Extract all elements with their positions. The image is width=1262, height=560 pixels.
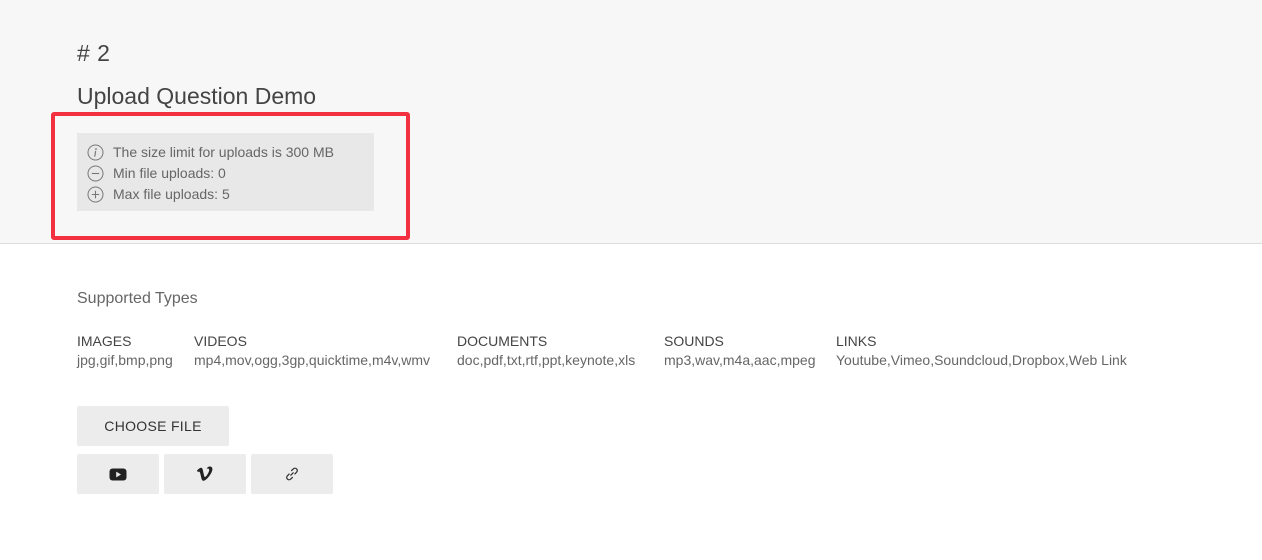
type-extensions: Youtube,Vimeo,Soundcloud,Dropbox,Web Lin… (836, 352, 1127, 368)
youtube-link-button[interactable] (77, 454, 159, 494)
type-extensions: jpg,gif,bmp,png (77, 352, 173, 368)
type-images: IMAGES jpg,gif,bmp,png (77, 333, 173, 368)
vimeo-link-button[interactable] (164, 454, 246, 494)
question-number: # 2 (77, 40, 111, 66)
vimeo-icon (196, 466, 214, 482)
youtube-icon (109, 468, 127, 481)
type-extensions: mp3,wav,m4a,aac,mpeg (664, 352, 816, 368)
link-icon (284, 466, 300, 482)
question-header: # 2 Upload Question Demo The size limit … (0, 0, 1262, 244)
type-name: IMAGES (77, 333, 132, 349)
question-title: Upload Question Demo (77, 83, 317, 109)
type-videos: VIDEOS mp4,mov,ogg,3gp,quicktime,m4v,wmv (194, 333, 430, 368)
supported-types-title: Supported Types (77, 290, 198, 307)
type-name: VIDEOS (194, 333, 247, 349)
web-link-button[interactable] (251, 454, 333, 494)
type-extensions: mp4,mov,ogg,3gp,quicktime,m4v,wmv (194, 352, 431, 368)
type-name: LINKS (836, 333, 877, 349)
type-name: SOUNDS (664, 333, 724, 349)
type-extensions: doc,pdf,txt,rtf,ppt,keynote,xls (457, 352, 636, 368)
highlight-annotation-box (51, 112, 410, 240)
type-documents: DOCUMENTS doc,pdf,txt,rtf,ppt,keynote,xl… (457, 333, 635, 368)
type-sounds: SOUNDS mp3,wav,m4a,aac,mpeg (664, 333, 815, 368)
type-links: LINKS Youtube,Vimeo,Soundcloud,Dropbox,W… (836, 333, 1127, 368)
choose-file-button[interactable]: CHOOSE FILE (77, 406, 229, 446)
type-name: DOCUMENTS (457, 333, 548, 349)
